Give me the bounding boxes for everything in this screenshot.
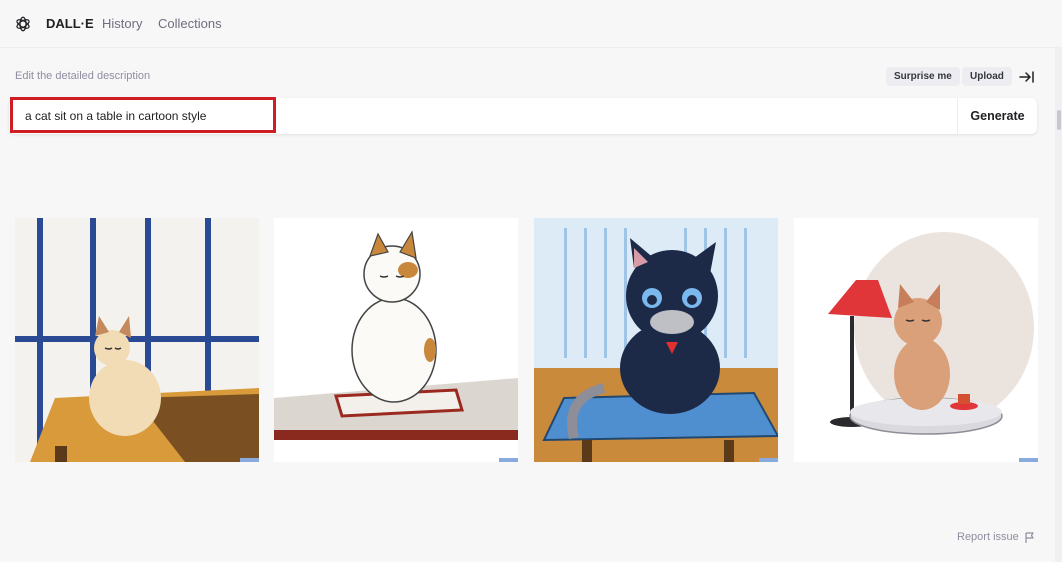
result-image-4[interactable]	[794, 218, 1038, 462]
cat-beside-red-lamp-image	[794, 218, 1038, 462]
cat-on-wooden-table-image	[15, 218, 259, 462]
surprise-me-button[interactable]: Surprise me	[886, 67, 960, 86]
dark-cat-on-blue-mat-image	[534, 218, 778, 462]
top-bar: DALL·E History Collections	[0, 0, 1062, 48]
scrollbar-thumb[interactable]	[1057, 110, 1061, 130]
prompt-input[interactable]: a cat sit on a table in cartoon style	[25, 109, 206, 123]
edit-description-label: Edit the detailed description	[15, 70, 151, 82]
result-image-1[interactable]	[15, 218, 259, 462]
collapse-arrow-icon[interactable]	[1018, 68, 1036, 86]
generate-button[interactable]: Generate	[958, 98, 1037, 134]
nav-history-link[interactable]: History	[102, 16, 142, 31]
brand-link[interactable]: DALL·E	[46, 16, 94, 31]
result-image-3[interactable]	[534, 218, 778, 462]
prompt-bar: a cat sit on a table in cartoon style Ge…	[9, 98, 1037, 134]
upload-button[interactable]: Upload	[962, 67, 1012, 86]
result-image-2[interactable]	[274, 218, 518, 462]
nav-collections-link[interactable]: Collections	[158, 16, 222, 31]
cat-on-white-tray-image	[274, 218, 518, 462]
openai-logo-icon[interactable]	[14, 15, 32, 33]
report-issue-link[interactable]: Report issue	[957, 531, 1019, 543]
flag-icon[interactable]	[1025, 532, 1035, 544]
